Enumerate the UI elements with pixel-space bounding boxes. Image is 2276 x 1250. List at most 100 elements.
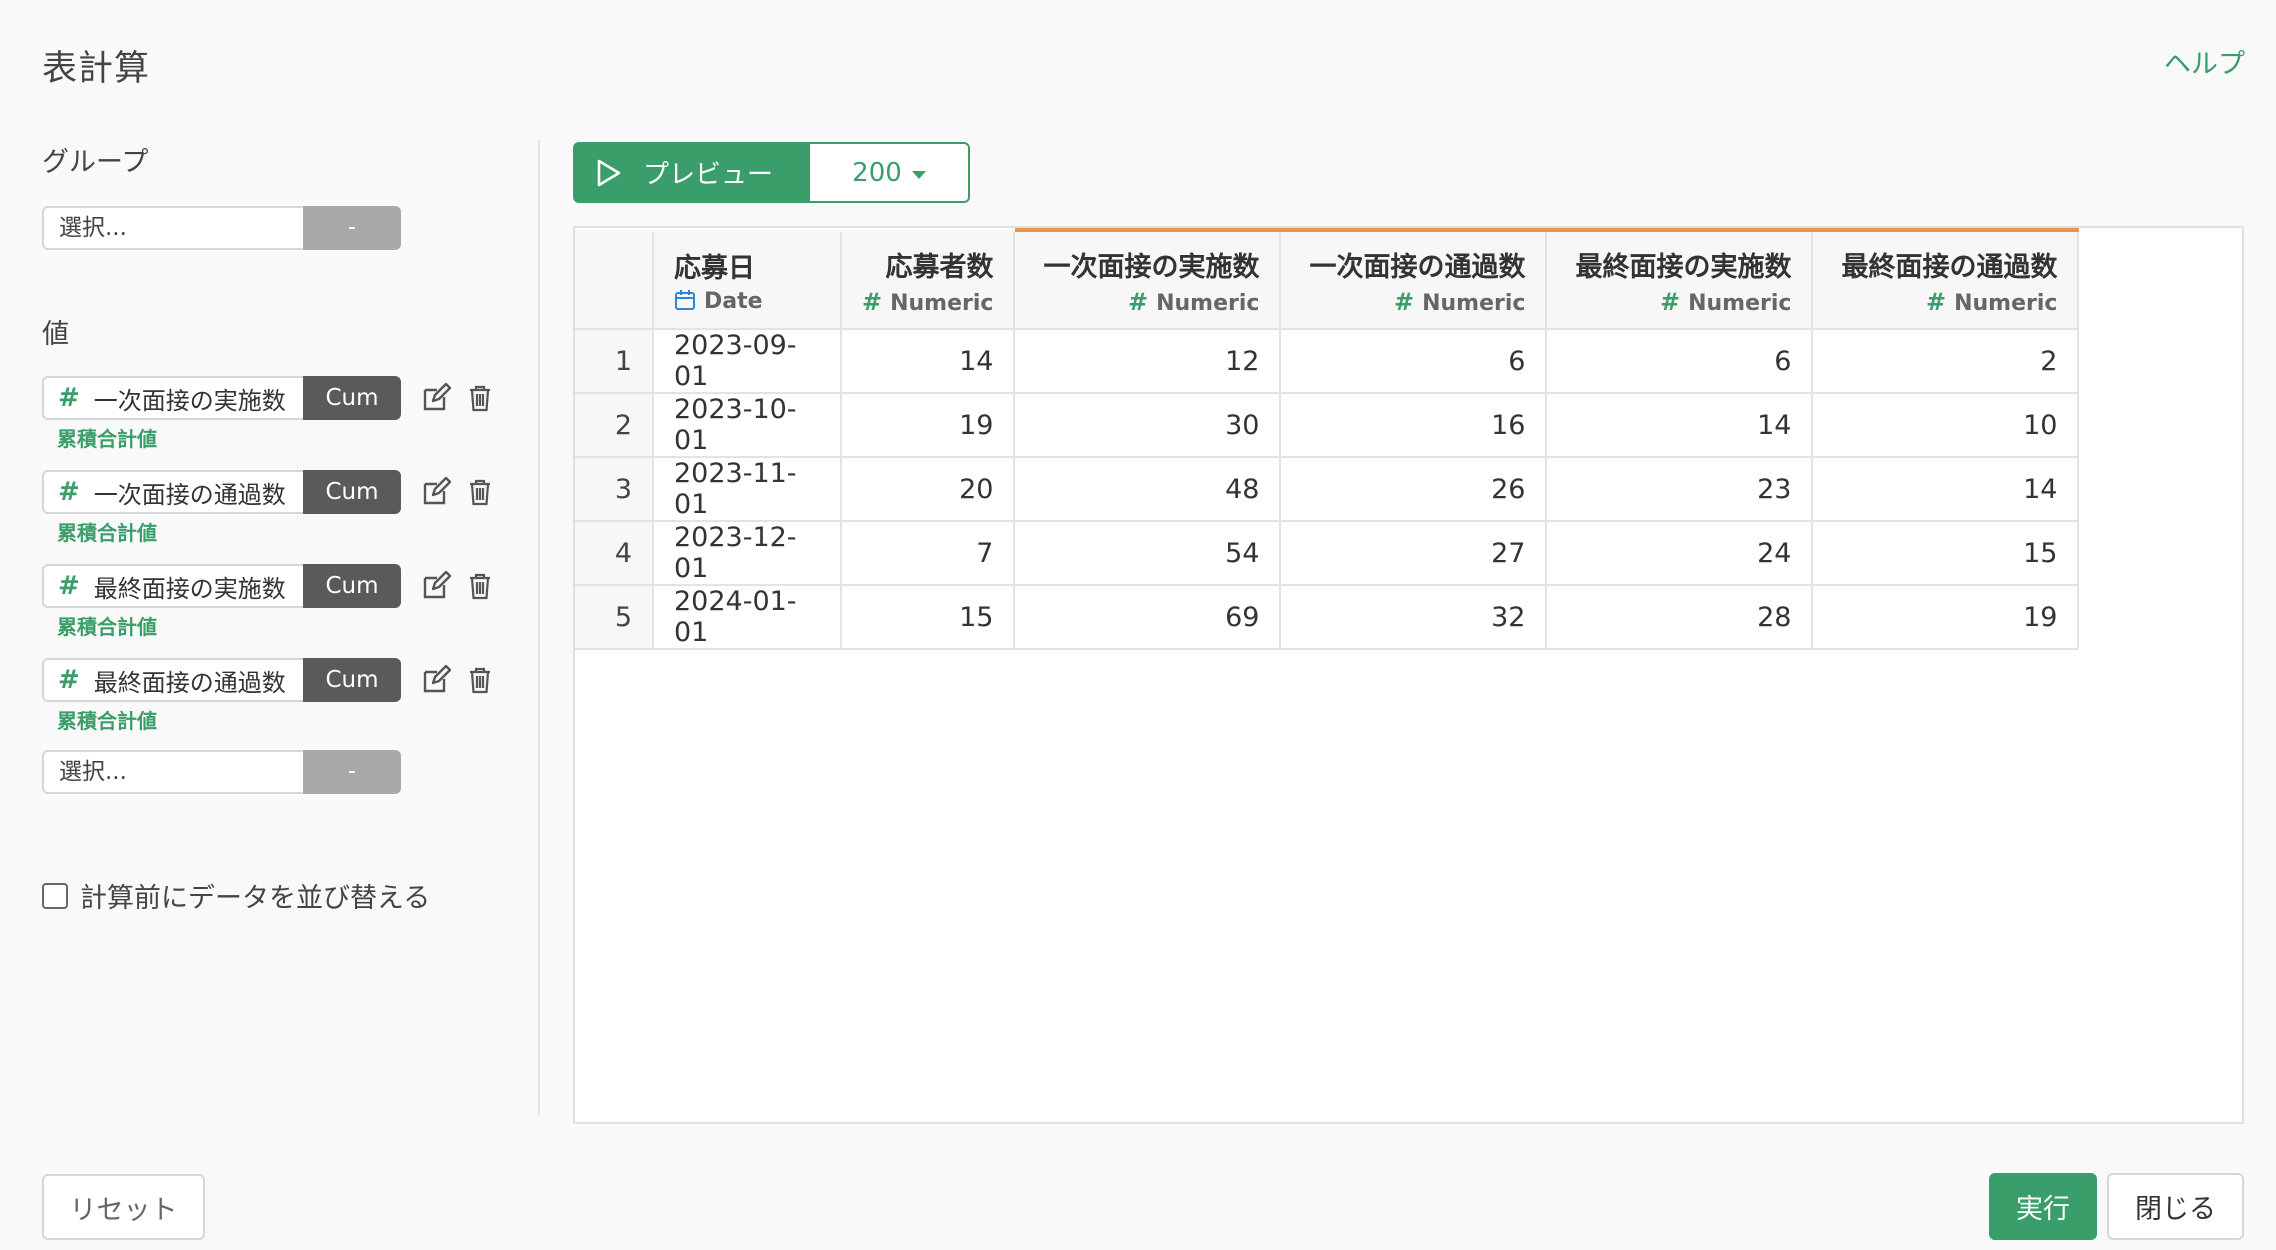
row-count-dropdown[interactable]: 200 (808, 142, 970, 203)
table-cell: 2024-01-01 (653, 585, 842, 650)
numeric-icon: # (58, 665, 80, 695)
numeric-icon: # (58, 383, 80, 413)
row-number: 1 (575, 329, 654, 394)
table-cell: 48 (1014, 457, 1282, 522)
numeric-icon: # (1926, 287, 1947, 316)
value-select-button[interactable]: - (303, 750, 401, 794)
table-cell: 2023-09-01 (653, 329, 842, 394)
table-cell: 10 (1812, 393, 2080, 458)
calc-type-label: 累積合計値 (57, 709, 157, 733)
table-row: 1 2023-09-01 14 12 6 6 2 (575, 329, 2080, 394)
column-type: Numeric (1688, 290, 1792, 316)
edit-icon[interactable] (420, 570, 452, 602)
trash-icon[interactable] (464, 664, 496, 696)
row-number: 3 (575, 457, 654, 522)
preview-button[interactable]: プレビュー (573, 142, 810, 203)
column-header[interactable]: 最終面接の通過数 # Numeric (1812, 228, 2080, 330)
column-name: 最終面接の通過数 (1841, 251, 2058, 283)
numeric-icon: # (1128, 287, 1149, 316)
column-name: 応募日 (674, 253, 755, 284)
calc-type-label: 累積合計値 (57, 521, 157, 545)
aggregation-button[interactable]: Cum (303, 564, 401, 608)
table-cell: 15 (841, 585, 1016, 650)
play-icon (597, 159, 621, 186)
value-item: # 最終面接の通過数 Cum 累積合計値 (42, 658, 502, 738)
value-item: # 最終面接の実施数 Cum 累積合計値 (42, 564, 502, 644)
table-cell: 2023-10-01 (653, 393, 842, 458)
value-pill[interactable]: # 一次面接の実施数 Cum (42, 376, 401, 420)
reset-button[interactable]: リセット (42, 1174, 205, 1240)
run-button[interactable]: 実行 (1989, 1173, 2097, 1240)
preview-table: 応募日 Date 応募者数 # Numeric 一次面接の実施数 # Numeric (573, 226, 2244, 1124)
row-number: 4 (575, 521, 654, 586)
table-cell: 23 (1546, 457, 1814, 522)
numeric-icon: # (1394, 287, 1415, 316)
trash-icon[interactable] (464, 476, 496, 508)
sort-before-calc-label: 計算前にデータを並び替える (80, 883, 431, 914)
sort-before-calc-checkbox[interactable] (42, 882, 68, 909)
value-pill[interactable]: # 最終面接の実施数 Cum (42, 564, 401, 608)
column-header[interactable]: 一次面接の実施数 # Numeric (1014, 228, 1282, 330)
table-cell: 19 (1812, 585, 2080, 650)
table-row: 3 2023-11-01 20 48 26 23 14 (575, 457, 2080, 522)
table-row: 5 2024-01-01 15 69 32 28 19 (575, 585, 2080, 650)
group-select-input[interactable]: 選択... (42, 206, 303, 250)
aggregation-button[interactable]: Cum (303, 376, 401, 420)
value-item: # 一次面接の通過数 Cum 累積合計値 (42, 470, 502, 550)
column-header[interactable]: 応募日 Date (653, 230, 842, 330)
column-type: Date (704, 289, 763, 314)
table-cell: 2023-11-01 (653, 457, 842, 522)
column-type: Numeric (1422, 290, 1526, 316)
value-field-name: 一次面接の通過数 (93, 480, 286, 509)
column-type: Numeric (890, 290, 994, 316)
table-cell: 14 (841, 329, 1016, 394)
aggregation-button[interactable]: Cum (303, 470, 401, 514)
table-cell: 20 (841, 457, 1016, 522)
edit-icon[interactable] (420, 382, 452, 414)
table-cell: 69 (1014, 585, 1282, 650)
calendar-icon (675, 290, 695, 310)
close-button[interactable]: 閉じる (2107, 1173, 2244, 1240)
values-label: 値 (42, 319, 69, 350)
table-cell: 24 (1546, 521, 1814, 586)
table-row: 4 2023-12-01 7 54 27 24 15 (575, 521, 2080, 586)
column-name: 応募者数 (885, 251, 994, 283)
dialog-title: 表計算 (42, 49, 151, 89)
aggregation-button[interactable]: Cum (303, 658, 401, 702)
value-pill[interactable]: # 最終面接の通過数 Cum (42, 658, 401, 702)
table-cell: 6 (1546, 329, 1814, 394)
value-item: # 一次面接の実施数 Cum 累積合計値 (42, 376, 502, 456)
edit-icon[interactable] (420, 476, 452, 508)
column-name: 一次面接の通過数 (1309, 251, 1526, 283)
calc-type-label: 累積合計値 (57, 427, 157, 451)
table-cell: 14 (1812, 457, 2080, 522)
numeric-icon: # (58, 477, 80, 507)
column-name: 一次面接の実施数 (1043, 251, 1260, 283)
group-select[interactable]: 選択... - (42, 206, 401, 250)
table-cell: 2 (1812, 329, 2080, 394)
value-select-input[interactable]: 選択... (42, 750, 303, 794)
sort-option: 計算前にデータを並び替える (42, 876, 430, 915)
trash-icon[interactable] (464, 570, 496, 602)
value-select[interactable]: 選択... - (42, 750, 401, 794)
table-cell: 12 (1014, 329, 1282, 394)
row-count-value: 200 (852, 157, 902, 188)
table-cell: 26 (1280, 457, 1548, 522)
column-header[interactable]: 一次面接の通過数 # Numeric (1280, 228, 1548, 330)
trash-icon[interactable] (464, 382, 496, 414)
table-cell: 54 (1014, 521, 1282, 586)
table-cell: 19 (841, 393, 1016, 458)
panel-divider (538, 140, 540, 1115)
calc-type-label: 累積合計値 (57, 615, 157, 639)
help-link[interactable]: ヘルプ (2164, 42, 2245, 81)
table-cell: 2023-12-01 (653, 521, 842, 586)
column-type: Numeric (1156, 290, 1260, 316)
column-header[interactable]: 応募者数 # Numeric (841, 230, 1016, 330)
numeric-icon: # (862, 287, 883, 316)
value-pill[interactable]: # 一次面接の通過数 Cum (42, 470, 401, 514)
edit-icon[interactable] (420, 664, 452, 696)
column-header[interactable]: 最終面接の実施数 # Numeric (1546, 228, 1814, 330)
table-row: 2 2023-10-01 19 30 16 14 10 (575, 393, 2080, 458)
data-grid: 応募日 Date 応募者数 # Numeric 一次面接の実施数 # Numeric (575, 228, 2080, 650)
group-select-button[interactable]: - (303, 206, 401, 250)
